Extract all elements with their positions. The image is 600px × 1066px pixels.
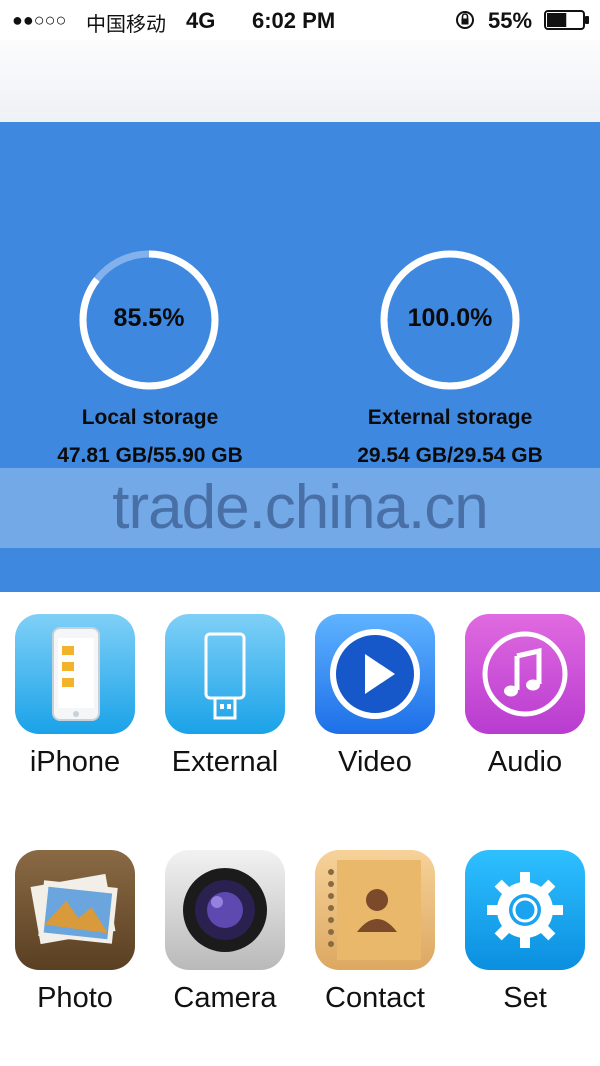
external-storage-amount: 29.54 GB/29.54 GB [357,444,543,467]
local-storage-title: Local storage [81,406,219,429]
clock-time: 6:02 PM [252,8,336,33]
music-note-icon [482,631,568,717]
camera-lens-icon [183,868,267,952]
gear-icon [487,872,563,948]
app-label-audio: Audio [487,746,563,778]
battery-icon [544,10,589,30]
app-tile-video[interactable] [315,614,435,734]
app-tile-iphone[interactable] [15,614,135,734]
app-label-iphone: iPhone [29,746,121,778]
local-storage-amount: 47.81 GB/55.90 GB [57,444,243,467]
app-label-set: Set [503,982,547,1014]
carrier-name: 中国移动 [86,12,166,36]
app-label-video: Video [338,746,412,778]
battery-percent: 55% [488,8,533,33]
app-label-external: External [171,746,279,778]
app-tile-audio[interactable] [465,614,585,734]
external-storage-title: External storage [367,406,533,429]
watermark-text: trade.china.cn [112,473,488,542]
iphone-icon [52,627,100,721]
app-label-camera: Camera [173,982,277,1014]
navigation-bar [0,40,600,123]
external-storage-percent: 100.0% [407,304,493,332]
app-tile-set[interactable] [465,850,585,970]
app-tile-photo[interactable] [15,850,135,970]
photo-stack-icon [30,873,118,945]
signal-strength-indicator: ●●○○○ [12,10,67,30]
usb-drive-icon [204,632,246,720]
rotation-lock-icon [456,11,474,29]
app-label-contact: Contact [325,982,425,1014]
contact-book-icon [328,860,421,960]
app-label-photo: Photo [37,982,113,1014]
app-tile-camera[interactable] [165,850,285,970]
network-type: 4G [186,8,216,33]
status-bar: ●●○○○ 中国移动 4G 6:02 PM 55% [0,0,600,40]
play-icon [330,629,420,719]
app-tile-external[interactable] [165,614,285,734]
app-tile-contact[interactable] [315,850,435,970]
local-storage-percent: 85.5% [113,304,185,332]
